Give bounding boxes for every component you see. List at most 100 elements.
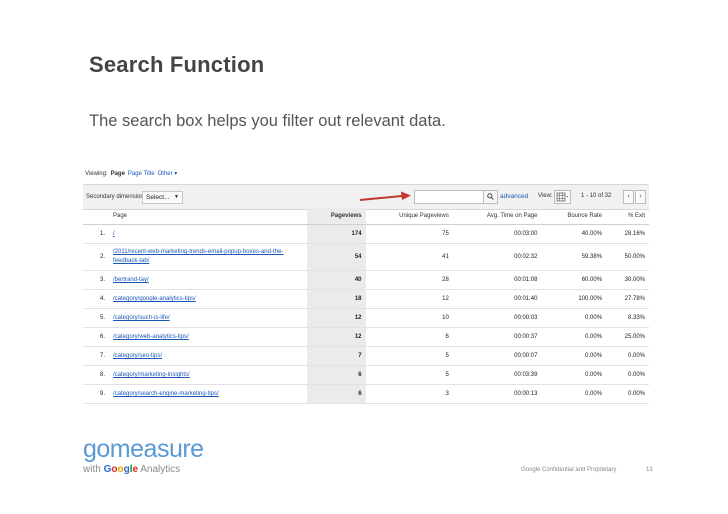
exit-cell: 25.00% <box>606 327 649 347</box>
avg-time-cell: 00:01:08 <box>452 270 542 290</box>
search-icon <box>487 193 494 200</box>
tagline-analytics: Analytics <box>140 464 181 475</box>
gomeasure-logo: gomeasure <box>83 435 204 463</box>
pageviews-cell: 6 <box>307 365 366 385</box>
table-header-pageviews[interactable]: Pageviews <box>307 208 366 225</box>
pageviews-cell: 40 <box>307 270 366 290</box>
viewing-label: Viewing: <box>85 170 108 177</box>
secondary-dimension-label: Secondary dimension: <box>86 194 146 200</box>
chevron-down-icon: ▼ <box>174 194 179 200</box>
unique-pageviews-cell: 41 <box>365 243 453 271</box>
table-row: 5. /category/such-is-life/ 12 10 00:00:0… <box>83 308 649 328</box>
bounce-rate-cell: 100.00% <box>541 289 607 309</box>
exit-cell: 50.00% <box>606 243 649 271</box>
select-label: Select... <box>146 194 170 201</box>
secondary-dimension-select[interactable]: Select... ▼ <box>142 191 183 204</box>
tab-other-label: Other <box>157 171 173 177</box>
page-link[interactable]: /category/marketing-insights/ <box>109 365 307 385</box>
google-logo: Google <box>103 464 139 475</box>
page-link[interactable]: /category/google-analytics-tips/ <box>109 289 307 309</box>
row-number: 6. <box>83 327 109 347</box>
view-toggle-button[interactable] <box>554 190 571 204</box>
unique-pageviews-cell: 75 <box>365 224 453 244</box>
bounce-rate-cell: 59.38% <box>541 243 607 271</box>
avg-time-cell: 00:02:32 <box>452 243 542 271</box>
slide-title: Search Function <box>89 52 265 77</box>
page-link[interactable]: /2011/recent-web-marketing-trends-email-… <box>109 243 307 271</box>
search-input[interactable] <box>414 190 484 204</box>
page-link[interactable]: /category/such-is-life/ <box>109 308 307 328</box>
exit-cell: 30.00% <box>606 270 649 290</box>
unique-pageviews-cell: 28 <box>365 270 453 290</box>
exit-cell: 0.00% <box>606 384 649 404</box>
bounce-rate-cell: 60.00% <box>541 270 607 290</box>
bounce-rate-cell: 0.00% <box>541 308 607 328</box>
row-number: 8. <box>83 365 109 385</box>
unique-pageviews-cell: 3 <box>365 384 453 404</box>
tagline-with: with <box>83 464 101 475</box>
row-number: 2. <box>83 243 109 271</box>
table-row: 1. / 174 75 00:03:00 40.00% 28.16% <box>83 224 649 244</box>
table-header-avg-time[interactable]: Avg. Time on Page <box>452 208 542 225</box>
table-row: 2. /2011/recent-web-marketing-trends-ema… <box>83 243 649 271</box>
pageviews-cell: 6 <box>307 384 366 404</box>
table-row: 4. /category/google-analytics-tips/ 18 1… <box>83 289 649 309</box>
avg-time-cell: 00:03:39 <box>452 365 542 385</box>
row-number: 7. <box>83 346 109 366</box>
logo-tagline: with Google Analytics <box>83 464 180 475</box>
avg-time-cell: 00:00:13 <box>452 384 542 404</box>
row-number: 5. <box>83 308 109 328</box>
next-page-button[interactable]: › <box>635 190 646 204</box>
pageviews-cell: 54 <box>307 243 366 271</box>
table-row: 8. /category/marketing-insights/ 6 5 00:… <box>83 365 649 385</box>
unique-pageviews-cell: 5 <box>365 346 453 366</box>
page-link[interactable]: /bertrand-tay/ <box>109 270 307 290</box>
table-header-unique-pageviews[interactable]: Unique Pageviews <box>365 208 453 225</box>
confidential-footer: Google Confidential and Proprietary <box>521 467 617 473</box>
table-row: 9. /category/search-engine-marketing-tip… <box>83 384 649 404</box>
chevron-left-icon: ‹ <box>627 193 630 200</box>
slide-subtitle: The search box helps you filter out rele… <box>89 112 446 130</box>
bounce-rate-cell: 0.00% <box>541 346 607 366</box>
bounce-rate-cell: 0.00% <box>541 384 607 404</box>
page-number: 13 <box>646 467 653 473</box>
advanced-link[interactable]: advanced <box>500 193 528 200</box>
data-table: Page Pageviews Unique Pageviews Avg. Tim… <box>83 208 649 404</box>
row-number: 1. <box>83 224 109 244</box>
tab-page-title[interactable]: Page Title <box>128 171 155 177</box>
page-link[interactable]: / <box>109 224 307 244</box>
page-link[interactable]: /category/web-analytics-tips/ <box>109 327 307 347</box>
previous-page-button[interactable]: ‹ <box>623 190 634 204</box>
pagination-text: 1 - 10 of 32 <box>581 193 612 199</box>
row-number: 4. <box>83 289 109 309</box>
avg-time-cell: 00:00:07 <box>452 346 542 366</box>
avg-time-cell: 00:00:37 <box>452 327 542 347</box>
table-header-exit[interactable]: % Exit <box>606 208 649 225</box>
row-number: 9. <box>83 384 109 404</box>
table-row: 3. /bertrand-tay/ 40 28 00:01:08 60.00% … <box>83 270 649 290</box>
page-link[interactable]: /category/search-engine-marketing-tips/ <box>109 384 307 404</box>
view-label: View: <box>538 193 553 199</box>
page-link[interactable]: /category/seo-tips/ <box>109 346 307 366</box>
grid-view-icon <box>556 192 569 202</box>
tab-page[interactable]: Page <box>111 171 125 177</box>
avg-time-cell: 00:01:40 <box>452 289 542 309</box>
tab-other[interactable]: Other ▾ <box>158 170 178 177</box>
viewing-bar: Viewing: Page Page Title Other ▾ <box>85 170 178 178</box>
search-button[interactable] <box>483 190 498 204</box>
exit-cell: 28.16% <box>606 224 649 244</box>
unique-pageviews-cell: 6 <box>365 327 453 347</box>
table-header-bounce-rate[interactable]: Bounce Rate <box>541 208 607 225</box>
table-header-page[interactable]: Page <box>109 208 307 225</box>
bounce-rate-cell: 0.00% <box>541 327 607 347</box>
table-header-num <box>83 208 109 225</box>
exit-cell: 0.00% <box>606 346 649 366</box>
unique-pageviews-cell: 12 <box>365 289 453 309</box>
chevron-down-icon: ▾ <box>174 171 178 177</box>
pageviews-cell: 12 <box>307 327 366 347</box>
table-header-row: Page Pageviews Unique Pageviews Avg. Tim… <box>83 208 649 225</box>
table-row: 7. /category/seo-tips/ 7 5 00:00:07 0.00… <box>83 346 649 366</box>
bounce-rate-cell: 40.00% <box>541 224 607 244</box>
avg-time-cell: 00:00:03 <box>452 308 542 328</box>
pageviews-cell: 12 <box>307 308 366 328</box>
